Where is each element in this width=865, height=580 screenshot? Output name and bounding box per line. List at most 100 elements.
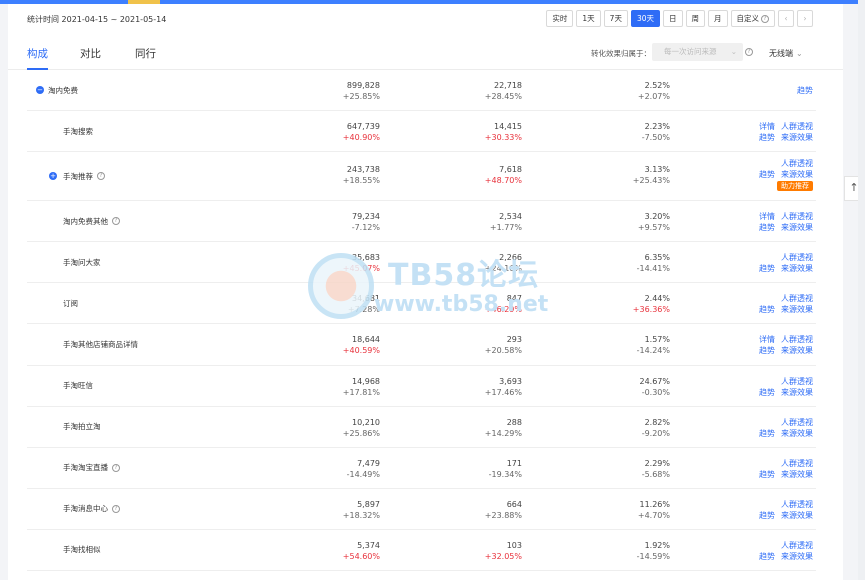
action-link[interactable]: 来源效果 (781, 428, 813, 439)
action-link[interactable]: 人群透视 (781, 121, 813, 132)
metric-change: +2.07% (637, 92, 670, 101)
action-link[interactable]: 趋势 (759, 428, 775, 439)
metric-cell: 5,897 +18.32% (260, 499, 380, 521)
action-link[interactable]: 来源效果 (781, 263, 813, 274)
scrollbar[interactable] (858, 0, 865, 580)
row-actions: 详情 人群透视 趋势 来源效果 (743, 334, 813, 356)
row-actions: 人群透视 趋势 来源效果 (743, 376, 813, 398)
action-link[interactable]: 人群透视 (781, 499, 813, 510)
action-link[interactable]: 人群透视 (781, 458, 813, 469)
source-name: 手淘搜索 (63, 111, 93, 151)
table-row: 手淘其他店铺商品详情 18,644 +40.59% 293 +20.58% 1.57% -1… (27, 324, 816, 366)
row-actions: 人群透视 趋势 来源效果 (743, 252, 813, 274)
range-button[interactable]: 7天 (603, 10, 628, 27)
metric-cell: 6.35% -14.41% (550, 252, 670, 274)
metric-cell: 11.26% +4.70% (550, 499, 670, 521)
expand-icon[interactable]: − (36, 86, 44, 95)
metric-change: +1.77% (489, 223, 522, 233)
range-button[interactable]: 月 (708, 10, 728, 27)
action-link[interactable]: 趋势 (797, 85, 813, 96)
source-name: 手淘拍立淘 (63, 407, 101, 447)
action-link[interactable]: 来源效果 (781, 345, 813, 356)
expand-icon[interactable]: + (49, 172, 57, 181)
tab-peers[interactable]: 同行 (135, 46, 156, 61)
help-icon[interactable]: ? (97, 172, 105, 181)
metric-value: 14,968 (352, 376, 380, 386)
action-link[interactable]: 趋势 (759, 263, 775, 274)
source-name: 手淘淘宝直播? (63, 448, 120, 488)
boost-recommend-badge[interactable]: 助力推荐 (777, 181, 813, 192)
range-button[interactable]: 实时 (546, 10, 574, 27)
help-icon[interactable]: ? (745, 48, 753, 56)
action-link[interactable]: 趋势 (759, 132, 775, 143)
metric-value: 103 (506, 540, 522, 550)
help-icon: ? (761, 15, 769, 23)
source-name: 订阅 (63, 283, 78, 323)
metric-cell: 3,693 +17.46% (402, 376, 522, 398)
range-button[interactable]: 30天 (630, 10, 660, 27)
next-page-button[interactable]: › (797, 10, 813, 27)
action-link[interactable]: 趋势 (759, 222, 775, 233)
action-link[interactable]: 趋势 (759, 304, 775, 315)
action-link[interactable]: 来源效果 (781, 222, 813, 233)
action-link[interactable]: 人群透视 (781, 334, 813, 345)
prev-page-button[interactable]: ‹ (778, 10, 794, 27)
tab-compare[interactable]: 对比 (80, 46, 101, 61)
action-link[interactable]: 来源效果 (781, 132, 813, 143)
metric-change: +25.43% (632, 176, 670, 186)
action-link[interactable]: 趋势 (759, 345, 775, 356)
action-link[interactable]: 来源效果 (781, 304, 813, 315)
row-actions: 详情 人群透视 趋势 来源效果 (743, 211, 813, 233)
metric-cell: 79,234 -7.12% (260, 211, 380, 233)
metric-cell: 7,479 -14.49% (260, 458, 380, 480)
metric-cell: 664 +23.88% (402, 499, 522, 521)
action-link[interactable]: 来源效果 (781, 469, 813, 480)
action-link[interactable]: 详情 (759, 211, 775, 222)
metric-cell: 171 -19.34% (402, 458, 522, 480)
metric-cell: 14,968 +17.81% (260, 376, 380, 398)
metric-value: 5,897 (357, 499, 380, 509)
metric-change: -0.30% (641, 387, 670, 397)
range-buttons: 实时 1天 7天 30天日周月自定义? ‹ › (546, 10, 813, 27)
range-button[interactable]: 日 (663, 10, 683, 27)
action-link[interactable]: 人群透视 (781, 211, 813, 222)
source-name: 手淘消息中心? (63, 489, 120, 529)
range-button[interactable]: 自定义? (730, 10, 775, 27)
action-link[interactable]: 人群透视 (781, 417, 813, 428)
action-link[interactable]: 详情 (759, 121, 775, 132)
action-link[interactable]: 趋势 (759, 510, 775, 521)
action-link[interactable]: 人群透视 (781, 252, 813, 263)
row-actions: 人群透视 趋势 来源效果 (743, 417, 813, 439)
source-name: 手淘旺信 (63, 366, 93, 406)
metric-cell: 24.67% -0.30% (550, 376, 670, 398)
range-button[interactable]: 周 (685, 10, 705, 27)
action-link[interactable]: 趋势 (759, 169, 775, 180)
metric-value: 6.35% (644, 253, 670, 263)
metric-value: 2.44% (644, 294, 670, 304)
action-link[interactable]: 趋势 (759, 469, 775, 480)
action-link[interactable]: 详情 (759, 334, 775, 345)
conversion-attribution-select[interactable]: 每一次访问来源 ⌄ (652, 43, 743, 61)
help-icon[interactable]: ? (112, 217, 120, 226)
action-link[interactable]: 人群透视 (781, 293, 813, 304)
action-link[interactable]: 人群透视 (781, 540, 813, 551)
metric-cell: 7,618 +48.70% (402, 164, 522, 186)
action-link[interactable]: 趋势 (759, 387, 775, 398)
metric-cell: 103 +32.05% (402, 540, 522, 562)
metric-cell: 14,415 +30.33% (402, 121, 522, 143)
action-link[interactable]: 趋势 (759, 551, 775, 562)
action-link[interactable]: 人群透视 (781, 158, 813, 169)
tab-composition[interactable]: 构成 (27, 46, 48, 61)
help-icon[interactable]: ? (112, 463, 120, 472)
metric-cell: 899,828 +25.85% (260, 80, 380, 102)
device-select[interactable]: 无线端 ⌄ (769, 48, 803, 59)
action-link[interactable]: 人群透视 (781, 376, 813, 387)
action-link[interactable]: 来源效果 (781, 551, 813, 562)
action-link[interactable]: 来源效果 (781, 387, 813, 398)
help-icon[interactable]: ? (112, 504, 120, 513)
metric-value: 7,479 (357, 458, 380, 468)
range-button[interactable]: 1天 (576, 10, 601, 27)
action-link[interactable]: 来源效果 (781, 510, 813, 521)
row-actions: 人群透视 趋势 来源效果 助力推荐 (743, 158, 813, 192)
action-link[interactable]: 来源效果 (781, 169, 813, 180)
